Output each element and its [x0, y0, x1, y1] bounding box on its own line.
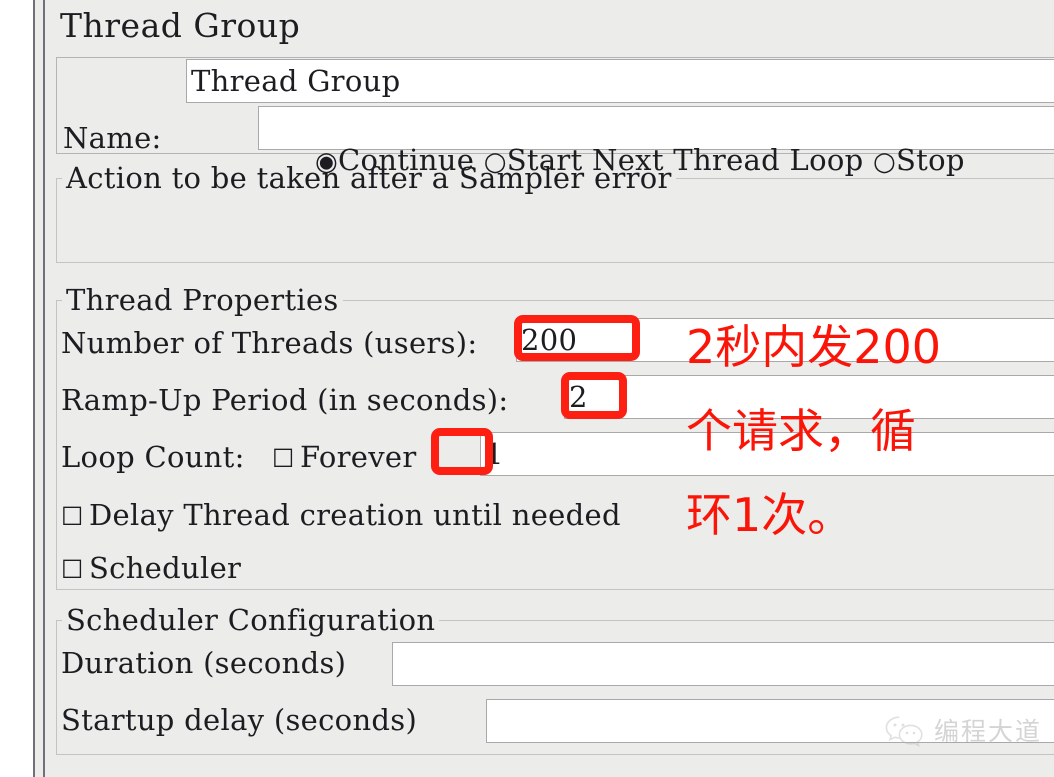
scheduler-configuration-legend: Scheduler Configuration [62, 600, 440, 640]
annotation-line-1: 2秒内发200 [686, 320, 942, 374]
thread-properties-legend: Thread Properties [62, 280, 343, 320]
watermark-text: 编程大道 [933, 717, 1042, 746]
split-pane-divider[interactable] [33, 0, 46, 777]
radio-continue-label[interactable]: Continue [338, 143, 474, 177]
scheduler-checkbox[interactable]: ☐ [61, 550, 84, 590]
sampler-error-action-group: Action to be taken after a Sampler error… [56, 143, 1054, 263]
name-label: Name: [63, 121, 162, 155]
radio-stop-icon[interactable]: ○ [873, 147, 896, 177]
name-input-value: Thread Group [191, 64, 401, 98]
name-input[interactable]: Thread Group [186, 59, 1054, 103]
number-of-threads-value: 200 [521, 323, 578, 357]
thread-group-panel: Thread Group Name: Comments: Thread Grou… [46, 0, 1054, 777]
delay-thread-creation-checkbox[interactable]: ☐ [61, 497, 84, 537]
ramp-up-period-label: Ramp-Up Period (in seconds): [61, 383, 509, 417]
radio-stop-label[interactable]: Stop [896, 143, 965, 177]
forever-label[interactable]: Forever [300, 437, 417, 477]
number-of-threads-label: Number of Threads (users): [61, 326, 478, 360]
sampler-error-radio-row[interactable]: ◉Continue ○Start Next Thread Loop ○Stop [315, 138, 965, 184]
radio-start-next-thread-loop-label[interactable]: Start Next Thread Loop [507, 143, 864, 177]
forever-checkbox[interactable]: ☐ [272, 439, 295, 479]
duration-input[interactable] [392, 642, 1054, 686]
delay-thread-creation-label: Delay Thread creation until needed [89, 498, 621, 532]
divider-bar-right [43, 0, 45, 777]
scheduler-label: Scheduler [89, 551, 242, 585]
annotation-line-2: 个请求，循 [686, 404, 916, 458]
duration-label: Duration (seconds) [61, 646, 347, 680]
screenshot-root: Thread Group Name: Comments: Thread Grou… [0, 0, 1054, 777]
page-title: Thread Group [60, 6, 301, 45]
divider-bar-left [33, 0, 35, 777]
wechat-logo-icon [885, 716, 923, 747]
watermark: 编程大道 [884, 715, 1042, 749]
loop-count-label: Loop Count: [61, 440, 245, 474]
ramp-up-period-value: 2 [569, 380, 588, 414]
annotation-line-3: 环1次。 [686, 488, 854, 542]
startup-delay-label: Startup delay (seconds) [61, 703, 418, 737]
radio-continue-icon[interactable]: ◉ [315, 147, 338, 177]
radio-start-next-thread-loop-icon[interactable]: ○ [484, 147, 507, 177]
loop-count-value: 1 [485, 437, 504, 471]
